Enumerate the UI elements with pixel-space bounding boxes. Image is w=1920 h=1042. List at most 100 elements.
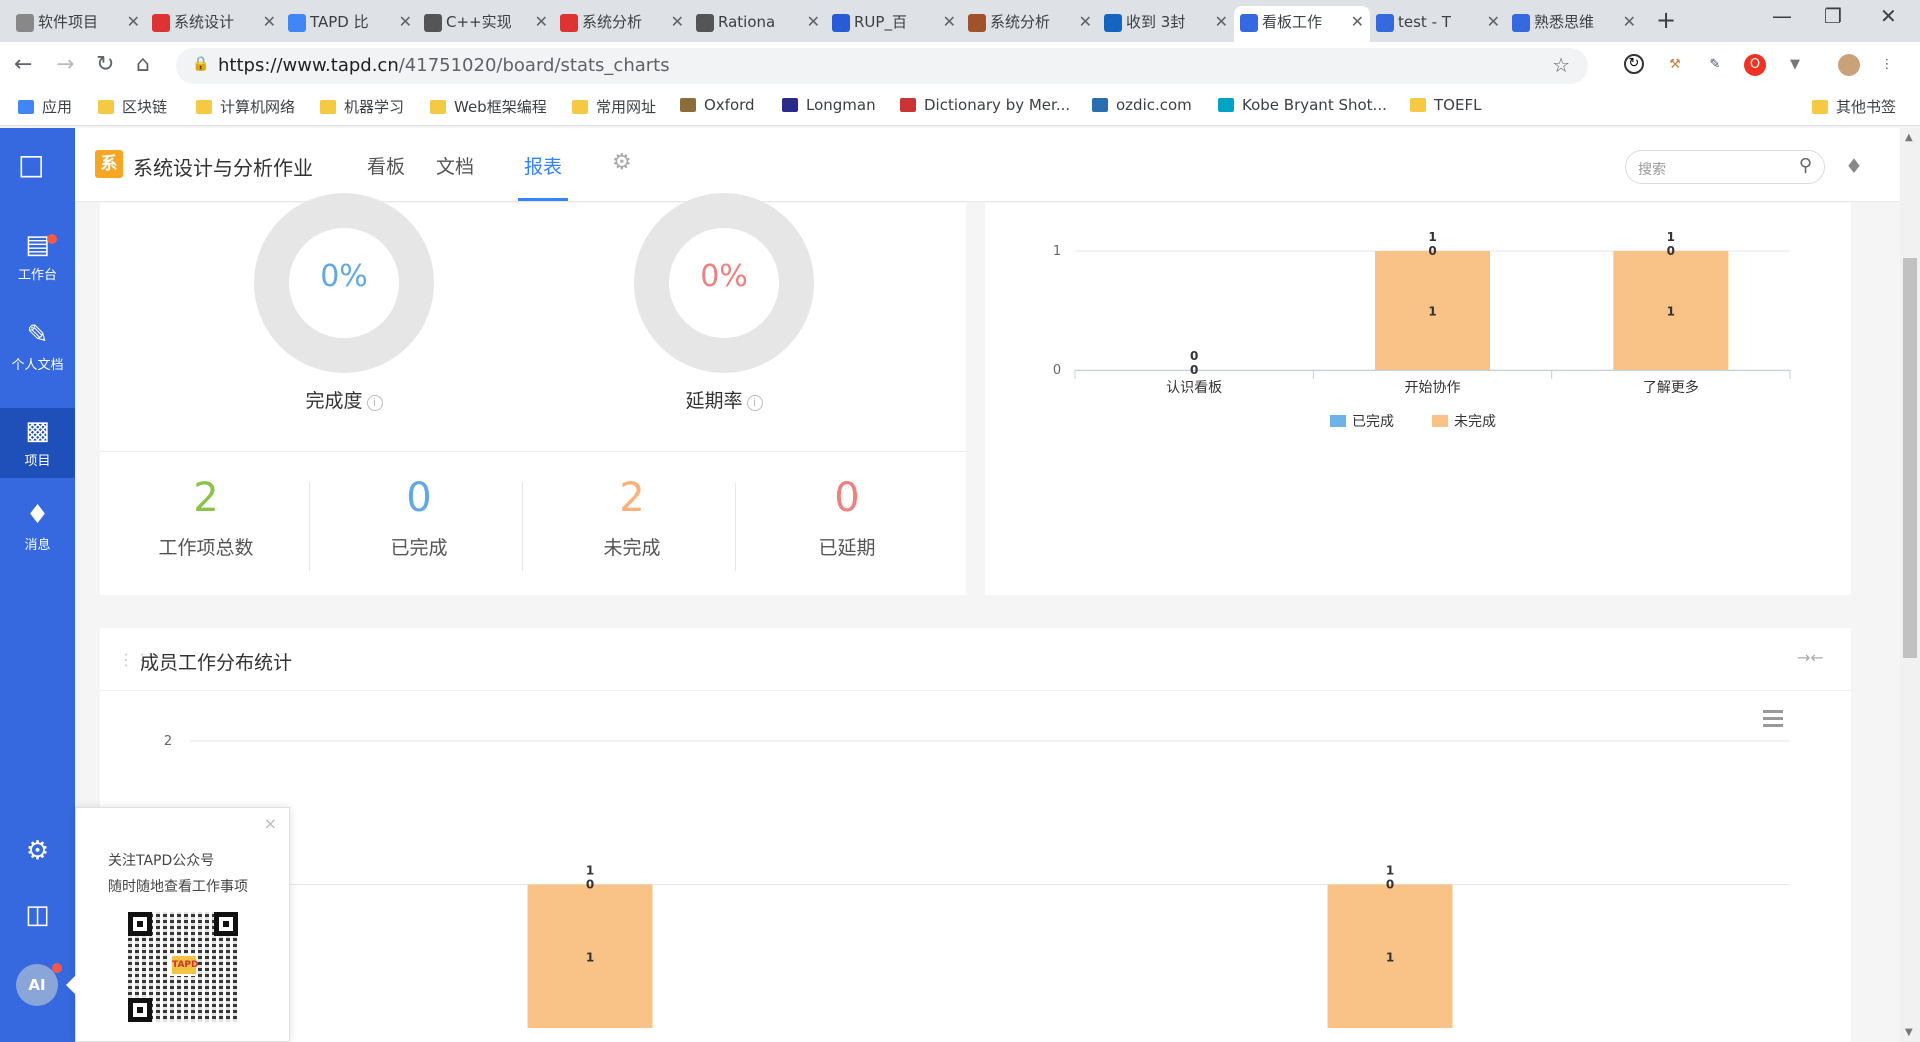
browser-tab[interactable]: 系统设计 ✕ xyxy=(146,6,282,42)
legend-label-completed: 已完成 xyxy=(1352,414,1394,430)
browser-tab[interactable]: test - T ✕ xyxy=(1370,6,1506,42)
bookmark-icon xyxy=(572,100,588,114)
tab-close-icon[interactable]: ✕ xyxy=(943,6,956,38)
bell-icon: ♦ xyxy=(25,500,50,530)
extension-hammer-icon[interactable]: ⚒ xyxy=(1664,54,1686,76)
bookmark-icon xyxy=(782,98,798,112)
browser-tab[interactable]: 系统分析 ✕ xyxy=(962,6,1098,42)
browser-tab[interactable]: 收到 3封 ✕ xyxy=(1098,6,1234,42)
search-icon[interactable]: ⚲ xyxy=(1799,155,1812,176)
inbox-icon: ▩ xyxy=(25,416,50,446)
search-placeholder: 搜索 xyxy=(1638,162,1666,178)
url-input[interactable]: 🔒 https://www.tapd.cn/41751020/board/sta… xyxy=(176,48,1588,84)
active-tab-indicator xyxy=(518,198,568,201)
info-icon[interactable]: i xyxy=(746,395,763,411)
bookmark-item[interactable]: Oxford xyxy=(680,96,755,114)
home-icon[interactable]: ⌂ xyxy=(136,52,150,77)
browser-tab[interactable]: 系统分析 ✕ xyxy=(554,6,690,42)
bookmark-item[interactable]: Web框架编程 xyxy=(430,96,547,117)
minimize-icon[interactable]: — xyxy=(1772,4,1792,28)
extension-dropper-icon[interactable]: ✎ xyxy=(1704,54,1726,76)
tab-close-icon[interactable]: ✕ xyxy=(127,6,140,38)
sidebar-item-label: 个人文档 xyxy=(11,358,64,373)
total-label: 0 xyxy=(1190,349,1198,363)
search-input[interactable]: 搜索 ⚲ xyxy=(1625,150,1825,184)
other-bookmarks[interactable]: 其他书签 xyxy=(1812,96,1896,117)
tab-close-icon[interactable]: ✕ xyxy=(399,6,412,38)
stat-overdue-label: 已延期 xyxy=(818,537,876,559)
tab-docs[interactable]: 文档 xyxy=(436,152,474,179)
bookmark-item[interactable]: 应用 xyxy=(18,96,72,117)
chat-button[interactable]: ◫ xyxy=(0,892,75,942)
browser-tab[interactable]: RUP_百 ✕ xyxy=(826,6,962,42)
tab-close-icon[interactable]: ✕ xyxy=(1351,6,1364,38)
browser-menu-icon[interactable]: ⋮ xyxy=(1876,54,1898,76)
tab-close-icon[interactable]: ✕ xyxy=(1079,6,1092,38)
bookmark-item[interactable]: Dictionary by Mer... xyxy=(900,96,1070,114)
settings-button[interactable]: ⚙ xyxy=(0,828,75,878)
archive-icon: ▤ xyxy=(25,230,50,260)
restore-icon[interactable]: ❐ xyxy=(1824,4,1842,28)
sidebar-item-workbench[interactable]: ▤ 工作台 xyxy=(0,222,75,292)
qr-finder xyxy=(128,912,152,936)
new-tab-button[interactable]: + xyxy=(1656,6,1676,34)
tab-favicon-icon xyxy=(16,14,34,32)
info-icon[interactable]: i xyxy=(366,395,383,411)
scroll-thumb[interactable] xyxy=(1903,258,1917,658)
bookmark-item[interactable]: ozdic.com xyxy=(1092,96,1192,114)
tab-close-icon[interactable]: ✕ xyxy=(263,6,276,38)
sidebar-item-projects[interactable]: ▩ 项目 xyxy=(0,408,75,478)
completed-label: 0 xyxy=(1190,363,1198,377)
project-settings-icon[interactable]: ⚙ xyxy=(612,150,632,175)
tapd-logo-icon[interactable]: □ xyxy=(18,148,44,181)
page-scrollbar[interactable]: ▲ ▼ xyxy=(1900,128,1920,1042)
browser-tab[interactable]: C++实现 ✕ xyxy=(418,6,554,42)
divider xyxy=(735,483,736,571)
bookmark-star-icon[interactable]: ☆ xyxy=(1552,53,1570,77)
scroll-down-icon[interactable]: ▼ xyxy=(1905,1027,1913,1038)
sidebar-item-messages[interactable]: ♦ 消息 xyxy=(0,492,75,562)
chat-icon: ◫ xyxy=(25,900,50,930)
tab-favicon-icon xyxy=(288,14,306,32)
extension-opera-icon[interactable]: O xyxy=(1744,54,1766,76)
browser-tab[interactable]: 软件项目 ✕ xyxy=(10,6,146,42)
sidebar-item-docs[interactable]: ✎ 个人文档 xyxy=(0,312,75,382)
scroll-up-icon[interactable]: ▲ xyxy=(1905,132,1913,143)
project-title[interactable]: 系统设计与分析作业 xyxy=(133,152,313,181)
close-window-icon[interactable]: ✕ xyxy=(1880,4,1897,28)
bookmark-item[interactable]: Kobe Bryant Shot... xyxy=(1218,96,1387,114)
browser-tab[interactable]: Rationa ✕ xyxy=(690,6,826,42)
browser-tab[interactable]: 熟悉思维 ✕ xyxy=(1506,6,1642,42)
reload-icon[interactable]: ↻ xyxy=(96,52,114,77)
extension-v-icon[interactable]: ▼ xyxy=(1784,54,1806,76)
forward-icon[interactable]: → xyxy=(56,52,74,77)
tab-close-icon[interactable]: ✕ xyxy=(1215,6,1228,38)
tab-close-icon[interactable]: ✕ xyxy=(1487,6,1500,38)
bookmark-icon xyxy=(1092,98,1108,112)
tab-close-icon[interactable]: ✕ xyxy=(671,6,684,38)
notification-dot xyxy=(47,234,57,244)
bookmark-item[interactable]: Longman xyxy=(782,96,876,114)
left-sidebar: □ ▤ 工作台 ✎ 个人文档 ▩ 项目 ♦ 消息 ⚙ ◫ AI xyxy=(0,128,75,1042)
extension-sync-icon[interactable]: ↻ xyxy=(1624,54,1644,74)
tab-reports[interactable]: 报表 xyxy=(524,152,562,179)
close-icon[interactable]: × xyxy=(264,814,277,833)
tab-board[interactable]: 看板 xyxy=(367,152,405,179)
tab-close-icon[interactable]: ✕ xyxy=(1623,6,1636,38)
bookmark-icon xyxy=(196,100,212,114)
bookmark-item[interactable]: 计算机网络 xyxy=(196,96,295,117)
bookmark-label: Longman xyxy=(806,96,876,114)
back-icon[interactable]: ← xyxy=(14,52,32,77)
bookmark-item[interactable]: 机器学习 xyxy=(320,96,404,117)
tab-close-icon[interactable]: ✕ xyxy=(535,6,548,38)
bookmark-item[interactable]: 常用网址 xyxy=(572,96,656,117)
profile-avatar-icon[interactable] xyxy=(1838,54,1860,76)
bookmark-item[interactable]: 区块链 xyxy=(98,96,167,117)
notification-settings-icon[interactable]: ♦ xyxy=(1845,154,1863,178)
browser-tab[interactable]: TAPD 比 ✕ xyxy=(282,6,418,42)
tab-close-icon[interactable]: ✕ xyxy=(807,6,820,38)
bookmark-item[interactable]: TOEFL xyxy=(1410,96,1481,114)
browser-tab[interactable]: 看板工作 ✕ xyxy=(1234,6,1370,42)
tab-favicon-icon xyxy=(1104,14,1122,32)
tab-favicon-icon xyxy=(1512,14,1530,32)
